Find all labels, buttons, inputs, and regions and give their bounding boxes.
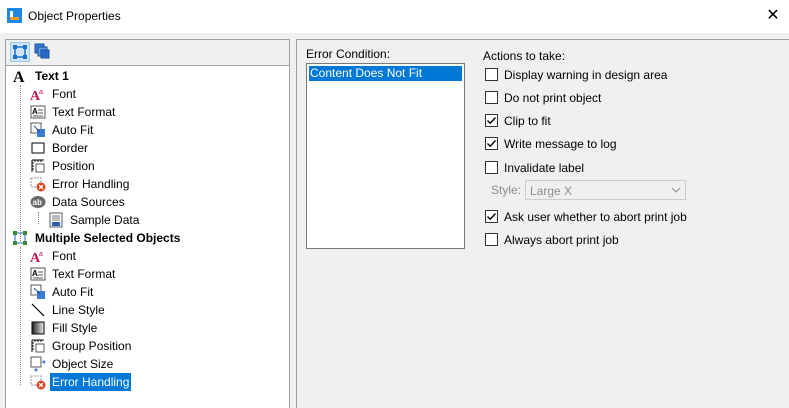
tree-toolbar [6, 40, 289, 66]
checkmark-icon [487, 140, 497, 148]
close-icon[interactable]: ✕ [755, 4, 789, 28]
title-bar: Object Properties ✕ [0, 0, 789, 33]
position-icon [31, 159, 45, 173]
svg-text:ab: ab [33, 198, 42, 207]
checkbox-box[interactable] [485, 161, 498, 174]
chevron-down-icon [671, 187, 681, 193]
checkmark-icon [487, 117, 497, 125]
svg-text:a: a [39, 89, 43, 96]
auto-fit-icon [30, 122, 45, 137]
actions-label: Actions to take: [483, 49, 566, 63]
font-icon: Aa [30, 251, 43, 264]
text-format-icon: A [30, 105, 46, 119]
font-icon: Aa [30, 89, 43, 102]
svg-text:A: A [32, 269, 38, 278]
style-select-value: Large X [530, 184, 573, 198]
multiple-objects-icon [13, 231, 27, 245]
checkmark-icon [487, 213, 497, 221]
checkbox-box[interactable] [485, 137, 498, 150]
window-title: Object Properties [28, 9, 121, 23]
text-object-icon: A [13, 69, 25, 84]
auto-fit-icon [30, 284, 45, 299]
tree-line [38, 212, 39, 224]
border-icon [31, 142, 45, 154]
svg-text:a: a [39, 251, 43, 258]
checkbox-box[interactable] [485, 233, 498, 246]
error-condition-item[interactable]: Content Does Not Fit [309, 66, 462, 81]
select-objects-button[interactable] [10, 42, 30, 62]
checkbox-box[interactable] [485, 114, 498, 127]
error-condition-label: Error Condition: [306, 47, 391, 61]
checkbox-box[interactable] [485, 68, 498, 81]
error-condition-list[interactable]: Content Does Not Fit [306, 63, 465, 249]
select-objects-icon [13, 45, 27, 59]
app-logo-icon [7, 8, 22, 23]
svg-text:A: A [13, 69, 25, 84]
properties-tree-panel: A Text 1 Aa Font A Text Format Auto Fit … [5, 39, 290, 408]
text-format-icon: A [30, 267, 46, 281]
error-handling-icon [30, 375, 46, 390]
group-position-icon [31, 339, 45, 353]
checkbox-box[interactable] [485, 91, 498, 104]
tree-line [20, 247, 21, 385]
tree-line [20, 85, 21, 241]
line-style-icon [31, 303, 45, 317]
svg-text:A: A [32, 107, 38, 116]
data-sources-icon: ab [30, 196, 46, 208]
layers-icon [34, 43, 50, 59]
error-handling-icon [30, 177, 46, 192]
sample-data-icon [49, 212, 63, 228]
checkbox-box[interactable] [485, 210, 498, 223]
style-label: Style: [491, 183, 522, 197]
style-select[interactable]: Large X [525, 180, 686, 200]
object-size-icon [30, 356, 46, 372]
fill-style-icon [31, 321, 45, 335]
layers-button[interactable] [33, 42, 53, 62]
